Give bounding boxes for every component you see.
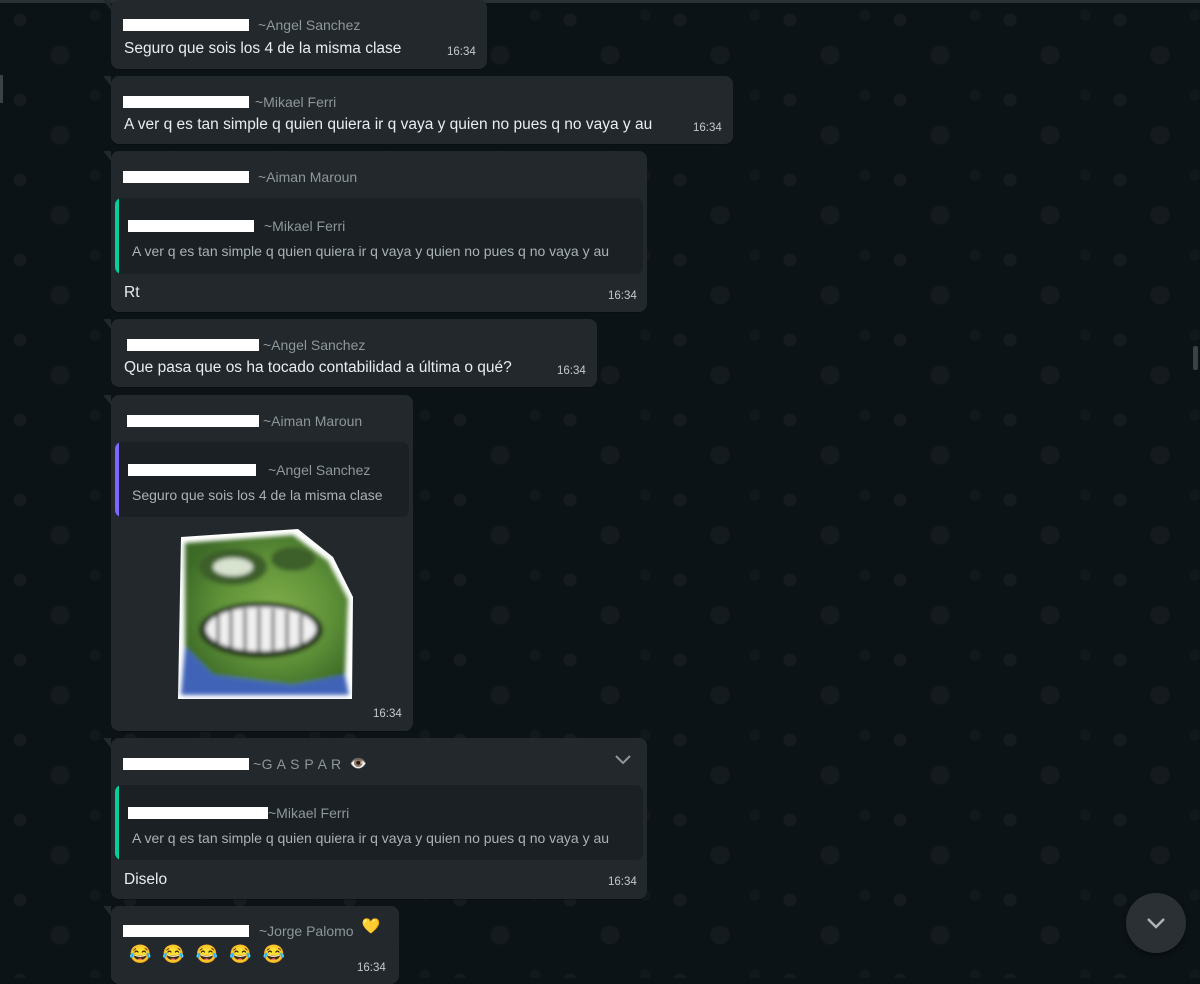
message-text: Que pasa que os ha tocado contabilidad a… bbox=[124, 359, 512, 376]
sender-name[interactable]: ~Angel Sanchez bbox=[258, 17, 360, 33]
message-text: Seguro que sois los 4 de la misma clase bbox=[124, 40, 402, 57]
sender-row: ~Aiman Maroun bbox=[123, 169, 357, 185]
sender-name[interactable]: ~Aiman Maroun bbox=[263, 413, 362, 429]
sender-row: ~G A S P A R 👁️ bbox=[123, 755, 367, 772]
redacted-phone-number bbox=[128, 464, 256, 476]
message-time: 16:34 bbox=[557, 365, 586, 377]
emoji-row: 😂 😂 😂 😂 😂 bbox=[129, 944, 285, 964]
sender-row: ~Jorge Palomo 💛 bbox=[123, 918, 380, 939]
scrollbar-thumb[interactable] bbox=[1193, 346, 1198, 370]
message-text: A ver q es tan simple q quien quiera ir … bbox=[124, 116, 653, 133]
message-time: 16:34 bbox=[447, 46, 476, 58]
laughing-emoji: 😂 bbox=[162, 944, 185, 964]
quote-sender-row: ~Mikael Ferri bbox=[128, 805, 349, 821]
quoted-message[interactable]: ~Mikael Ferri A ver q es tan simple q qu… bbox=[115, 198, 643, 274]
message-time: 16:34 bbox=[693, 122, 722, 134]
redacted-phone-number bbox=[123, 757, 249, 770]
redacted-phone-number bbox=[123, 171, 249, 183]
message-text: Diselo bbox=[124, 871, 168, 888]
message-bubble[interactable]: ~Jorge Palomo 💛 😂 😂 😂 😂 😂 16:34 bbox=[103, 906, 399, 984]
quote-text: A ver q es tan simple q quien quiera ir … bbox=[132, 830, 610, 846]
laughing-emoji: 😂 bbox=[262, 944, 286, 964]
quote-sender-name: ~Mikael Ferri bbox=[264, 218, 346, 234]
message-time: 16:34 bbox=[608, 876, 637, 888]
quote-accent-bar bbox=[115, 198, 119, 274]
message-bubble[interactable]: ~G A S P A R 👁️ ~Mikael Ferri A ver q es… bbox=[103, 738, 647, 899]
redacted-phone-number bbox=[128, 220, 254, 232]
laughing-emoji: 😂 bbox=[229, 944, 252, 964]
quote-sender-name: ~Mikael Ferri bbox=[268, 805, 350, 821]
message-time: 16:34 bbox=[373, 708, 402, 720]
eye-emoji: 👁️ bbox=[349, 755, 368, 771]
sender-row: ~Aiman Maroun bbox=[123, 413, 362, 429]
laughing-emoji: 😂 bbox=[195, 944, 219, 964]
sender-name[interactable]: ~Jorge Palomo bbox=[259, 923, 354, 939]
quote-sender-name: ~Angel Sanchez bbox=[268, 462, 371, 478]
quote-sender-row: ~Mikael Ferri bbox=[128, 218, 345, 234]
quoted-message[interactable]: ~Angel Sanchez Seguro que sois los 4 de … bbox=[115, 442, 409, 517]
redacted-phone-number bbox=[127, 415, 259, 427]
redacted-phone-number bbox=[123, 925, 249, 937]
scroll-to-bottom-button[interactable] bbox=[1126, 893, 1186, 953]
message-bubble[interactable]: ~Angel Sanchez Seguro que sois los 4 de … bbox=[103, 0, 487, 69]
sender-row: ~Angel Sanchez bbox=[123, 17, 360, 33]
quote-accent-bar bbox=[115, 442, 119, 517]
quoted-message[interactable]: ~Mikael Ferri A ver q es tan simple q qu… bbox=[115, 785, 643, 860]
chevron-down-icon[interactable] bbox=[614, 751, 632, 769]
laughing-emoji: 😂 bbox=[129, 944, 152, 964]
redacted-phone-number bbox=[128, 807, 268, 819]
sender-name[interactable]: ~G A S P A R bbox=[253, 756, 342, 772]
yellow-heart-emoji: 💛 bbox=[361, 918, 381, 935]
sender-row: ~Mikael Ferri bbox=[123, 94, 336, 110]
redacted-phone-number bbox=[123, 96, 249, 108]
message-bubble[interactable]: ~Angel Sanchez Que pasa que os ha tocado… bbox=[103, 319, 597, 387]
quote-text: Seguro que sois los 4 de la misma clase bbox=[132, 487, 383, 503]
quote-accent-bar bbox=[115, 785, 119, 860]
pepe-sticker[interactable] bbox=[173, 527, 353, 699]
quote-sender-row: ~Angel Sanchez bbox=[128, 462, 370, 478]
message-bubble[interactable]: ~Aiman Maroun ~Angel Sanchez Seguro que … bbox=[103, 395, 413, 731]
quote-text: A ver q es tan simple q quien quiera ir … bbox=[132, 243, 610, 259]
redacted-phone-number bbox=[127, 339, 259, 351]
redacted-phone-number bbox=[123, 19, 249, 31]
left-edge-handle bbox=[0, 75, 3, 103]
sender-name[interactable]: ~Aiman Maroun bbox=[258, 169, 357, 185]
sender-row: ~Angel Sanchez bbox=[123, 337, 365, 353]
message-bubble[interactable]: ~Mikael Ferri A ver q es tan simple q qu… bbox=[103, 76, 733, 144]
message-bubble[interactable]: ~Aiman Maroun ~Mikael Ferri A ver q es t… bbox=[103, 151, 647, 312]
message-time: 16:34 bbox=[357, 962, 386, 974]
message-time: 16:34 bbox=[608, 290, 637, 302]
message-text: Rt bbox=[124, 284, 140, 301]
sender-name[interactable]: ~Mikael Ferri bbox=[255, 94, 336, 110]
chevron-down-icon bbox=[1147, 918, 1165, 929]
sender-name[interactable]: ~Angel Sanchez bbox=[263, 337, 365, 353]
